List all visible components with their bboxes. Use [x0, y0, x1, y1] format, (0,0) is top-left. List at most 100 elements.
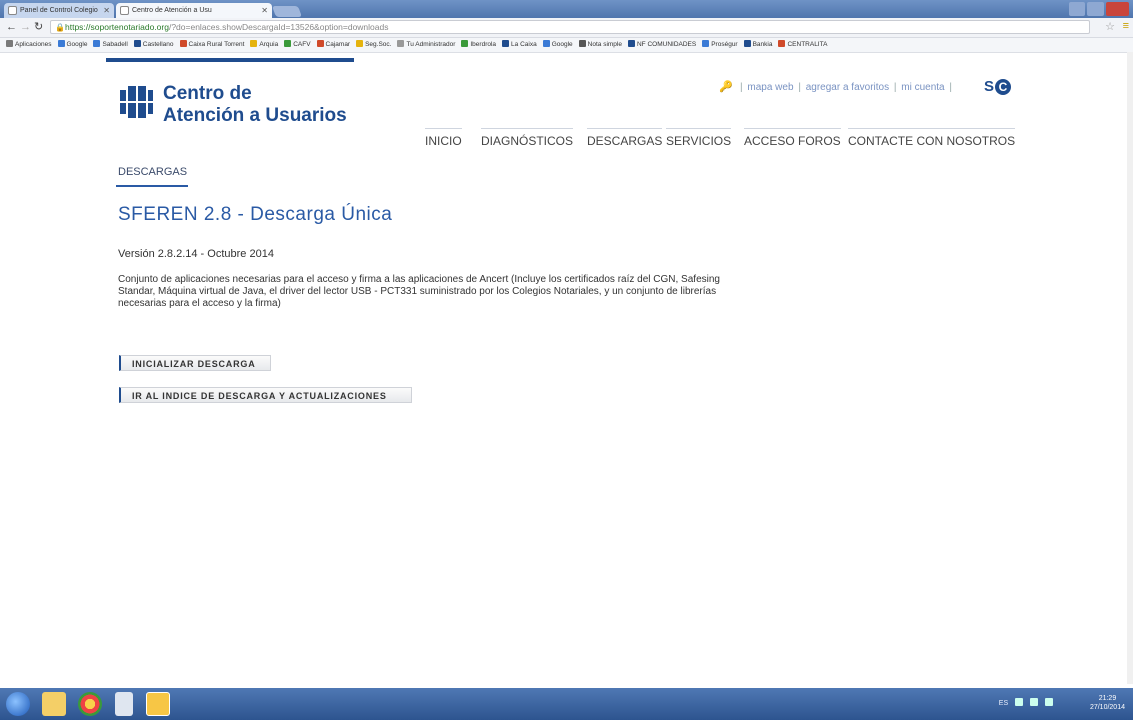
- window-close-button[interactable]: [1105, 2, 1129, 16]
- bookmark-item[interactable]: Seg.Soc.: [356, 38, 391, 52]
- bookmark-item[interactable]: Bankia: [743, 38, 773, 52]
- bookmark-icon: [93, 40, 101, 47]
- language-indicator[interactable]: ES: [999, 700, 1008, 707]
- forward-arrow-icon[interactable]: →: [20, 20, 31, 35]
- bookmark-icon: [397, 40, 405, 47]
- minimize-button[interactable]: [1069, 2, 1086, 16]
- lock-icon: 🔒: [55, 23, 65, 32]
- tab-label: Panel de Control Colegio: [20, 7, 98, 14]
- bookmark-item[interactable]: Arquia: [250, 38, 278, 52]
- url-input[interactable]: 🔒 https://soportenotariado.org/?do=enlac…: [50, 20, 1090, 34]
- breadcrumb-underline: [116, 185, 188, 187]
- bookmark-item[interactable]: Sabadell: [93, 38, 128, 52]
- bookmark-icon: [133, 40, 141, 47]
- url-host: https://soportenotariado.org: [65, 22, 169, 32]
- bookmark-item[interactable]: Cajamar: [316, 38, 351, 52]
- bookmark-item[interactable]: Aplicaciones: [6, 38, 52, 52]
- bookmark-label: NF COMUNIDADES: [636, 41, 697, 48]
- browser-tab-strip: Panel de Control Colegio ✕ Centro de Ate…: [0, 0, 1133, 18]
- site-logo-text[interactable]: Centro de Atención a Usuarios: [163, 83, 347, 127]
- new-tab-button[interactable]: [271, 6, 303, 17]
- bookmark-icon: [284, 40, 292, 47]
- bookmark-icon: [250, 40, 258, 47]
- back-arrow-icon[interactable]: ←: [6, 20, 17, 35]
- close-icon[interactable]: ✕: [103, 3, 110, 18]
- bookmark-item[interactable]: La Caixa: [502, 38, 537, 52]
- logo-icon[interactable]: [118, 84, 154, 120]
- nav-servicios[interactable]: SERVICIOS: [666, 128, 732, 148]
- bookmark-item[interactable]: Tu Administrador: [397, 38, 455, 52]
- tab-panel-control[interactable]: Panel de Control Colegio ✕: [4, 3, 114, 18]
- menu-icon[interactable]: ≡: [1123, 20, 1129, 32]
- bookmark-label: Caixa Rural Torrent: [188, 41, 245, 48]
- flag-icon[interactable]: [1045, 698, 1053, 706]
- url-path: /?do=enlaces.showDescargaId=13526&option…: [168, 22, 389, 32]
- header-utility-links: | mapa web | agregar a favoritos | mi cu…: [740, 82, 953, 93]
- bookmarks-bar: Aplicaciones Google Sabadell Castellano Caix…: [0, 38, 1133, 53]
- nav-descargas[interactable]: DESCARGAS: [587, 128, 663, 148]
- bookmark-item[interactable]: NF COMUNIDADES: [627, 38, 697, 52]
- page-title: SFEREN 2.8 - Descarga Única: [118, 204, 393, 225]
- bookmark-label: Google: [551, 41, 573, 48]
- clock-time: 21:29: [1098, 695, 1117, 702]
- logo-line-2: Atención a Usuarios: [163, 105, 347, 126]
- bookmark-item[interactable]: Iberdrola: [461, 38, 496, 52]
- window-controls: [1067, 2, 1129, 16]
- bookmark-icon: [542, 40, 550, 47]
- bookmark-item[interactable]: Proségur: [702, 38, 738, 52]
- close-icon[interactable]: ✕: [261, 3, 268, 18]
- bookmark-label: Google: [66, 41, 88, 48]
- clock[interactable]: 21:29 27/10/2014: [1090, 694, 1125, 712]
- bookmark-label: La Caixa: [511, 41, 537, 48]
- bookmark-item[interactable]: CAFV: [284, 38, 311, 52]
- bookmark-label: Iberdrola: [470, 41, 497, 48]
- bookmark-label: Arquia: [259, 41, 279, 48]
- page-icon: [120, 6, 129, 15]
- logo-line-1: Centro de: [163, 83, 252, 104]
- bookmark-icon: [578, 40, 586, 47]
- bookmark-icon: [356, 40, 364, 47]
- nav-acceso-foros[interactable]: ACCESO FOROS: [744, 128, 841, 148]
- page-icon: [8, 6, 17, 15]
- address-bar: ← → ↻ 🔒 https://soportenotariado.org/?do…: [0, 18, 1133, 38]
- bookmark-item[interactable]: CENTRALITA: [778, 38, 827, 52]
- reload-icon[interactable]: ↻: [34, 20, 43, 35]
- bookmark-label: CENTRALITA: [787, 41, 828, 48]
- sic-logo[interactable]: SC: [984, 78, 1012, 95]
- bookmark-icon: [316, 40, 324, 47]
- bookmark-item[interactable]: Google: [542, 38, 573, 52]
- bookmark-item[interactable]: Google: [57, 38, 88, 52]
- bookmark-item[interactable]: Castellano: [133, 38, 174, 52]
- maximize-button[interactable]: [1087, 2, 1104, 16]
- start-download-button[interactable]: INICIALIZAR DESCARGA: [119, 355, 271, 371]
- nav-inicio[interactable]: INICIO: [425, 128, 462, 148]
- bookmark-item[interactable]: Caixa Rural Torrent: [179, 38, 245, 52]
- chrome-icon[interactable]: [78, 692, 102, 716]
- bookmark-star-icon[interactable]: ☆: [1105, 20, 1115, 33]
- explorer-icon[interactable]: [42, 692, 66, 716]
- breadcrumb[interactable]: DESCARGAS: [118, 166, 187, 178]
- bookmark-icon: [502, 40, 510, 47]
- link-agregar-favoritos[interactable]: agregar a favoritos: [806, 82, 889, 93]
- taskbar: ES 21:29 27/10/2014: [0, 688, 1133, 720]
- link-mapa-web[interactable]: mapa web: [747, 82, 793, 93]
- link-mi-cuenta[interactable]: mi cuenta: [901, 82, 944, 93]
- bookmark-label: Cajamar: [325, 41, 351, 48]
- network-icon[interactable]: [1015, 698, 1024, 706]
- nav-contacte[interactable]: CONTACTE CON NOSOTROS: [848, 128, 1016, 148]
- app-icon[interactable]: [146, 692, 170, 716]
- version-text: Versión 2.8.2.14 - Octubre 2014: [118, 248, 274, 260]
- bookmark-icon: [179, 40, 187, 47]
- bookmark-label: Tu Administrador: [406, 41, 456, 48]
- tab-centro-atencion[interactable]: Centro de Atención a Usu ✕: [116, 3, 272, 18]
- document-icon[interactable]: [115, 692, 133, 716]
- bookmark-label: Castellano: [142, 41, 174, 48]
- download-index-button[interactable]: IR AL INDICE DE DESCARGA Y ACTUALIZACION…: [119, 387, 412, 403]
- bookmark-label: Bankia: [752, 41, 773, 48]
- bookmark-item[interactable]: Nota simple: [578, 38, 622, 52]
- bookmark-icon: [461, 40, 469, 47]
- start-button[interactable]: [6, 692, 30, 716]
- nav-diagnosticos[interactable]: DIAGNÓSTICOS: [481, 128, 574, 148]
- bookmark-icon: [743, 40, 751, 47]
- volume-icon[interactable]: [1030, 698, 1039, 706]
